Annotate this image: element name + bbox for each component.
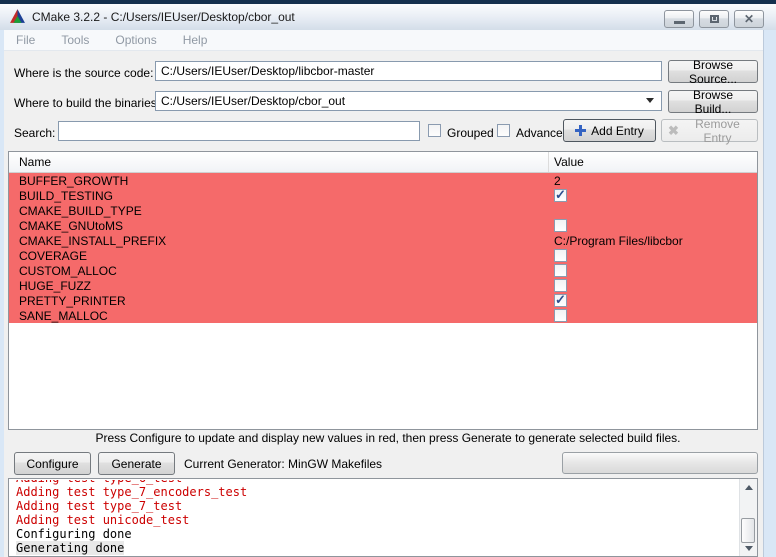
table-header[interactable]: Name Value — [9, 152, 757, 173]
cache-row-value[interactable]: 2 — [549, 174, 757, 188]
value-checkbox[interactable] — [554, 279, 567, 292]
add-entry-button[interactable]: Add Entry — [563, 119, 656, 142]
cache-row-name: CMAKE_BUILD_TYPE — [9, 204, 549, 218]
cache-row-value[interactable] — [549, 309, 757, 322]
remove-entry-label: Remove Entry — [684, 117, 751, 145]
cache-row-coverage[interactable]: COVERAGE — [9, 248, 757, 263]
grouped-label: Grouped — [447, 126, 494, 140]
cache-row-build_testing[interactable]: BUILD_TESTING — [9, 188, 757, 203]
source-code-label: Where is the source code: — [14, 66, 153, 80]
browse-build-button[interactable]: Browse Build... — [668, 90, 758, 113]
cmake-window: CMake 3.2.2 - C:/Users/IEUser/Desktop/cb… — [0, 0, 776, 557]
advanced-label: Advanced — [516, 126, 569, 140]
title-bar[interactable]: CMake 3.2.2 - C:/Users/IEUser/Desktop/cb… — [0, 4, 776, 31]
advanced-checkbox[interactable] — [497, 124, 510, 137]
cache-row-name: SANE_MALLOC — [9, 309, 549, 323]
configure-hint-text: Press Configure to update and display ne… — [0, 431, 776, 445]
build-path-combobox[interactable] — [155, 91, 662, 111]
cache-row-pretty_printer[interactable]: PRETTY_PRINTER — [9, 293, 757, 308]
column-header-name[interactable]: Name — [9, 152, 549, 172]
log-line: Adding test unicode_test — [16, 513, 740, 527]
build-binaries-label: Where to build the binaries: — [14, 96, 160, 110]
cache-row-cmake_build_type[interactable]: CMAKE_BUILD_TYPE — [9, 203, 757, 218]
log-line: Adding test type_7_test — [16, 499, 740, 513]
cache-row-huge_fuzz[interactable]: HUGE_FUZZ — [9, 278, 757, 293]
menu-item-tools[interactable]: Tools — [61, 33, 89, 47]
cache-row-value[interactable] — [549, 279, 757, 292]
generate-button[interactable]: Generate — [98, 452, 175, 475]
log-lines: Adding test type_6_testAdding test type_… — [9, 480, 740, 557]
cache-row-value[interactable] — [549, 249, 757, 262]
menu-item-help[interactable]: Help — [183, 33, 208, 47]
window-right-border — [763, 30, 776, 557]
log-line: Adding test type_7_encoders_test — [16, 485, 740, 499]
maximize-icon — [710, 15, 719, 23]
value-checkbox[interactable] — [554, 219, 567, 232]
cache-row-sane_malloc[interactable]: SANE_MALLOC — [9, 308, 757, 323]
arrow-down-icon — [745, 546, 753, 551]
cache-row-value[interactable] — [549, 219, 757, 232]
cache-row-name: CUSTOM_ALLOC — [9, 264, 549, 278]
table-rows: BUFFER_GROWTH2BUILD_TESTINGCMAKE_BUILD_T… — [9, 173, 757, 323]
current-generator-label: Current Generator: MinGW Makefiles — [184, 457, 382, 471]
cache-row-custom_alloc[interactable]: CUSTOM_ALLOC — [9, 263, 757, 278]
value-checkbox[interactable] — [554, 264, 567, 277]
close-button[interactable]: ✕ — [734, 10, 764, 28]
grouped-checkbox[interactable] — [428, 124, 441, 137]
scroll-up-button[interactable] — [740, 479, 757, 495]
cache-row-name: BUILD_TESTING — [9, 189, 549, 203]
cache-row-value[interactable]: C:/Program Files/libcbor — [549, 234, 757, 248]
cache-variables-table[interactable]: Name Value BUFFER_GROWTH2BUILD_TESTINGCM… — [8, 151, 758, 430]
window-title: CMake 3.2.2 - C:/Users/IEUser/Desktop/cb… — [32, 10, 295, 24]
cache-row-cmake_gnutoms[interactable]: CMAKE_GNUtoMS — [9, 218, 757, 233]
cache-row-name: COVERAGE — [9, 249, 549, 263]
value-checkbox[interactable] — [554, 249, 567, 262]
menu-bar: File Tools Options Help — [4, 30, 763, 51]
build-path-input[interactable] — [155, 91, 662, 111]
maximize-button[interactable] — [699, 10, 729, 28]
progress-bar — [562, 452, 758, 474]
x-icon: ✖ — [668, 123, 679, 139]
output-log[interactable]: Adding test type_6_testAdding test type_… — [8, 478, 758, 557]
browse-source-button[interactable]: Browse Source... — [668, 60, 758, 83]
menu-item-file[interactable]: File — [16, 33, 35, 47]
cache-row-buffer_growth[interactable]: BUFFER_GROWTH2 — [9, 173, 757, 188]
remove-entry-button[interactable]: ✖ Remove Entry — [661, 119, 758, 142]
cache-row-cmake_install_prefix[interactable]: CMAKE_INSTALL_PREFIXC:/Program Files/lib… — [9, 233, 757, 248]
minimize-icon — [674, 21, 685, 24]
value-checkbox[interactable] — [554, 309, 567, 322]
search-label: Search: — [14, 126, 55, 140]
add-entry-label: Add Entry — [591, 124, 644, 138]
log-scrollbar[interactable] — [739, 479, 757, 556]
configure-button[interactable]: Configure — [14, 452, 91, 475]
cache-row-name: HUGE_FUZZ — [9, 279, 549, 293]
plus-icon — [575, 125, 586, 136]
value-checkbox[interactable] — [554, 294, 567, 307]
value-checkbox[interactable] — [554, 189, 567, 202]
cache-row-value[interactable] — [549, 294, 757, 307]
scroll-down-button[interactable] — [740, 540, 757, 556]
menu-item-options[interactable]: Options — [115, 33, 156, 47]
cache-row-name: PRETTY_PRINTER — [9, 294, 549, 308]
arrow-up-icon — [745, 485, 753, 490]
cache-row-name: CMAKE_GNUtoMS — [9, 219, 549, 233]
source-code-input[interactable] — [155, 61, 662, 81]
log-line: Configuring done — [16, 527, 740, 541]
cache-row-value[interactable] — [549, 189, 757, 202]
search-input[interactable] — [58, 121, 420, 141]
column-header-value[interactable]: Value — [549, 152, 757, 172]
cmake-logo-icon — [9, 8, 26, 25]
minimize-button[interactable] — [664, 10, 694, 28]
caption-buttons: ✕ — [664, 10, 764, 28]
cache-row-value[interactable] — [549, 264, 757, 277]
cache-row-name: CMAKE_INSTALL_PREFIX — [9, 234, 549, 248]
chevron-down-icon[interactable] — [646, 98, 654, 103]
close-icon: ✕ — [744, 13, 754, 25]
cache-row-name: BUFFER_GROWTH — [9, 174, 549, 188]
log-line: Generating done — [16, 541, 740, 555]
